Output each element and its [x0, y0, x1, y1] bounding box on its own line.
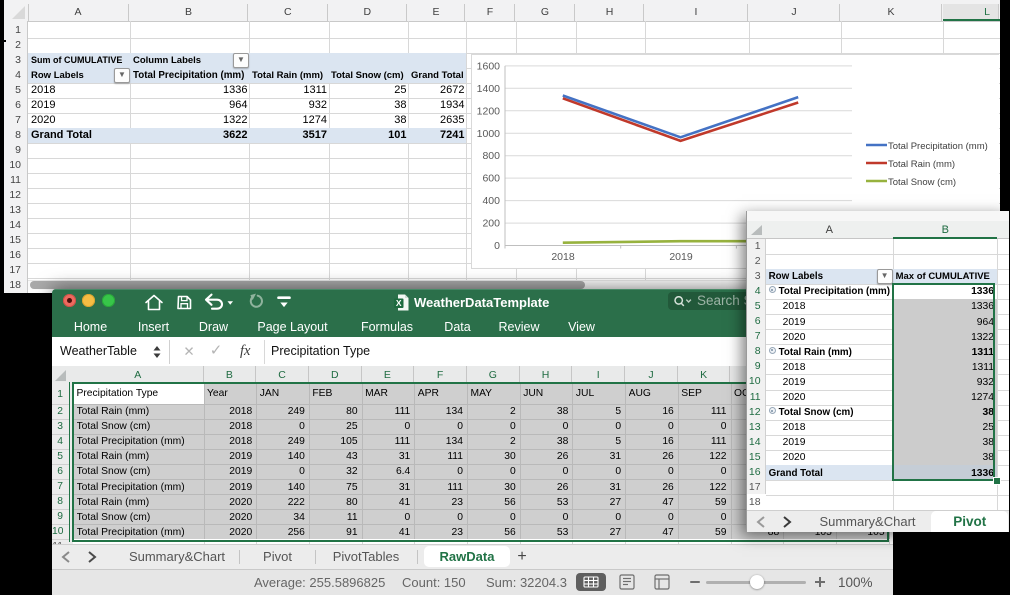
svg-text:1200: 1200	[477, 105, 501, 117]
svg-text:200: 200	[482, 218, 500, 230]
svg-text:Total Precipitation (mm): Total Precipitation (mm)	[888, 141, 988, 152]
svg-text:2018: 2018	[551, 251, 575, 263]
svg-text:Total Snow (cm): Total Snow (cm)	[888, 177, 956, 188]
svg-text:2019: 2019	[669, 251, 693, 263]
svg-text:1400: 1400	[477, 83, 501, 95]
svg-text:0: 0	[494, 240, 500, 252]
svg-text:1000: 1000	[477, 128, 501, 140]
svg-text:400: 400	[482, 195, 500, 207]
svg-text:600: 600	[482, 173, 500, 185]
svg-text:Total Rain (mm): Total Rain (mm)	[888, 159, 955, 170]
svg-text:800: 800	[482, 150, 500, 162]
svg-text:X: X	[396, 298, 402, 308]
svg-text:1600: 1600	[477, 60, 501, 72]
